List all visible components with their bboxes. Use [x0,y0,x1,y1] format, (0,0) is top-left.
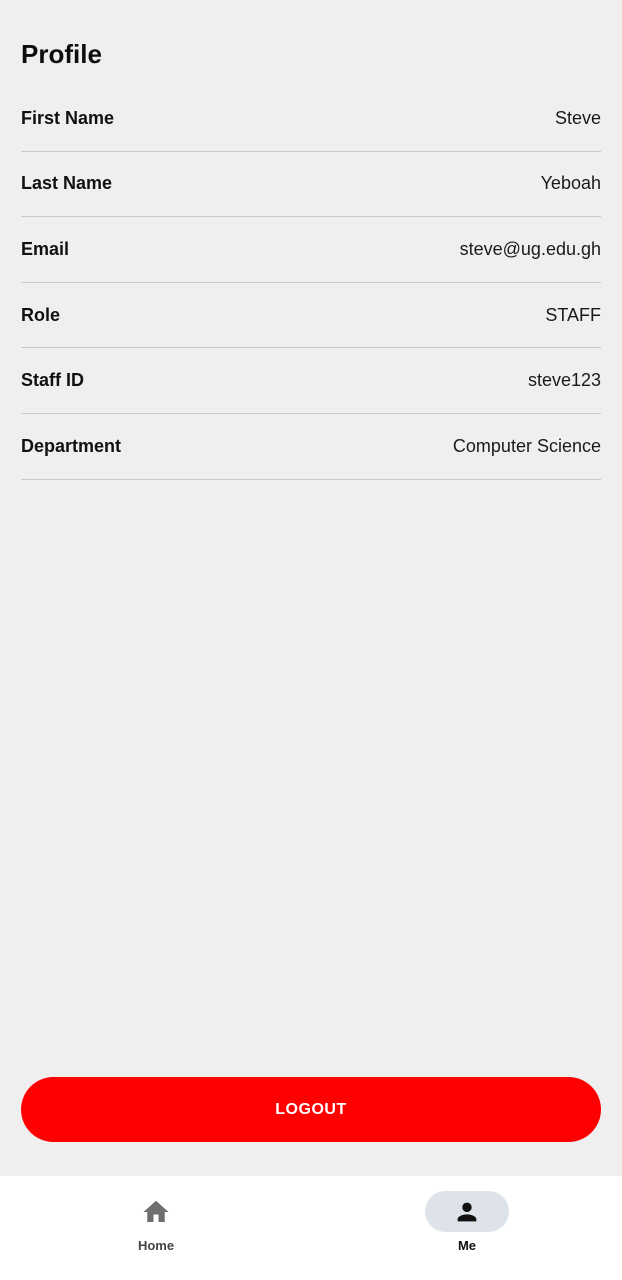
row-value: Yeboah [540,173,601,194]
profile-row-department: Department Computer Science [21,414,601,480]
row-label: Last Name [21,173,113,194]
row-label: Department [21,435,122,456]
profile-row-last-name: Last Name Yeboah [21,152,601,218]
nav-active-indicator [425,1191,509,1232]
bottom-navigation: Home Me [0,1176,622,1280]
row-label: First Name [21,107,115,128]
row-value: STAFF [545,304,601,325]
nav-item-home[interactable]: Home [76,1176,236,1280]
nav-indicator [114,1191,198,1232]
profile-details-list: First Name Steve Last Name Yeboah Email … [21,86,601,480]
profile-row-staff-id: Staff ID steve123 [21,348,601,414]
profile-row-email: Email steve@ug.edu.gh [21,217,601,283]
row-label: Email [21,238,70,259]
row-value: Computer Science [452,435,601,456]
profile-screen: Profile First Name Steve Last Name Yeboa… [0,0,622,1280]
nav-label-home: Home [137,1238,175,1253]
nav-label-me: Me [457,1238,477,1253]
home-icon [143,1200,169,1222]
row-label: Staff ID [21,370,84,391]
profile-row-first-name: First Name Steve [21,86,601,152]
nav-item-me[interactable]: Me [387,1176,547,1280]
page-title: Profile [21,39,102,69]
row-value: steve123 [527,370,601,391]
logout-button[interactable]: LOGOUT [21,1077,601,1142]
person-icon [457,1202,477,1221]
row-value: steve@ug.edu.gh [459,238,601,259]
row-label: Role [21,304,61,325]
row-value: Steve [554,107,601,128]
profile-row-role: Role STAFF [21,283,601,349]
